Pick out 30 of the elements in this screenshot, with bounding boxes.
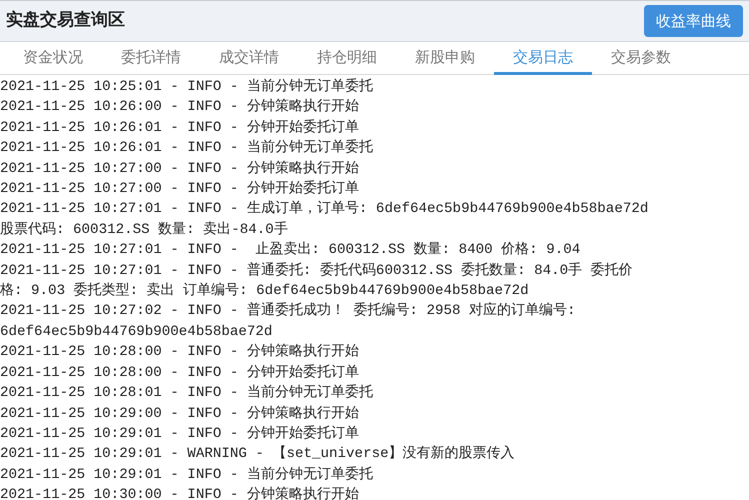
log-line: 2021-11-25 10:29:01 - INFO - 当前分钟无订单委托 xyxy=(0,466,373,483)
log-line: 2021-11-25 10:28:00 - INFO - 分钟开始委托订单 xyxy=(0,364,359,381)
log-line: 2021-11-25 10:30:00 - INFO - 分钟策略执行开始 xyxy=(0,487,359,500)
log-line: 2021-11-25 10:25:01 - INFO - 当前分钟无订单委托 xyxy=(0,79,373,95)
log-line: 6def64ec5b9b44769b900e4b58bae72d xyxy=(0,324,272,340)
log-line: 2021-11-25 10:26:01 - INFO - 当前分钟无订单委托 xyxy=(0,140,373,156)
log-line: 2021-11-25 10:29:01 - INFO - 分钟开始委托订单 xyxy=(0,426,359,442)
panel-title: 实盘交易查询区 xyxy=(6,9,125,32)
tab[interactable]: 新股申购 xyxy=(396,42,494,75)
log-line: 2021-11-25 10:27:01 - INFO - 止盈卖出: 600312.SS 数量: 8400 价格: 9.04 xyxy=(0,242,580,258)
log-line: 2021-11-25 10:28:00 - INFO - 分钟策略执行开始 xyxy=(0,344,359,360)
log-line: 2021-11-25 10:29:00 - INFO - 分钟策略执行开始 xyxy=(0,406,359,422)
log-line: 2021-11-25 10:26:01 - INFO - 分钟开始委托订单 xyxy=(0,120,359,136)
log-line: 2021-11-25 10:28:01 - INFO - 当前分钟无订单委托 xyxy=(0,385,373,402)
log-line: 2021-11-25 10:26:00 - INFO - 分钟策略执行开始 xyxy=(0,99,359,116)
log-line: 2021-11-25 10:29:01 - WARNING - 【set_universe】没有新的股票传入 xyxy=(0,446,515,462)
log-line: 2021-11-25 10:27:02 - INFO - 普通委托成功！ 委托编号: 2958 对应的订单编号: xyxy=(0,303,576,320)
log-line: 2021-11-25 10:27:00 - INFO - 分钟开始委托订单 xyxy=(0,181,359,198)
return-curve-button[interactable]: 收益率曲线 xyxy=(644,4,743,38)
tab[interactable]: 成交详情 xyxy=(200,42,298,75)
log-line: 2021-11-25 10:27:01 - INFO - 普通委托: 委托代码600312.SS 委托数量: 84.0手 委托价 xyxy=(0,262,633,279)
log-line: 格: 9.03 委托类型: 卖出 订单编号: 6def64ec5b9b44769b900e4b58bae72d xyxy=(0,283,529,300)
tab[interactable]: 资金状况 xyxy=(4,42,102,75)
tab[interactable]: 交易参数 xyxy=(592,42,690,75)
tab[interactable]: 委托详情 xyxy=(102,42,200,75)
log-line: 2021-11-25 10:27:00 - INFO - 分钟策略执行开始 xyxy=(0,160,359,177)
tab[interactable]: 交易日志 xyxy=(494,42,592,75)
tab[interactable]: 持仓明细 xyxy=(298,42,396,75)
log-line: 2021-11-25 10:27:01 - INFO - 生成订单，订单号: 6def64ec5b9b44769b900e4b58bae72d xyxy=(0,201,648,218)
log-line: 股票代码: 600312.SS 数量: 卖出-84.0手 xyxy=(0,222,288,238)
